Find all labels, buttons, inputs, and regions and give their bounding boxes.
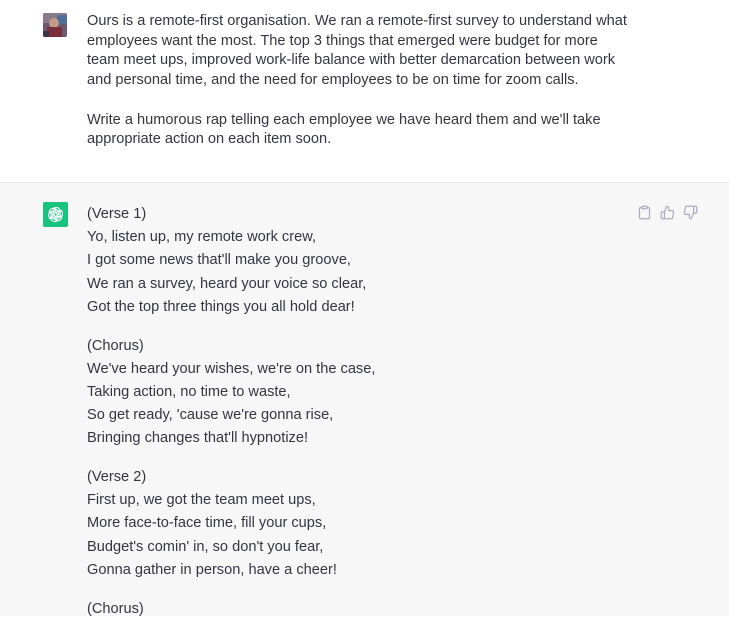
user-paragraph: Write a humorous rap telling each employ… <box>87 111 601 148</box>
lyric-line: Got the top three things you all hold de… <box>87 298 355 315</box>
lyric-line: I got some news that'll make you groove, <box>87 252 351 269</box>
lyric-line: So get ready, 'cause we're gonna rise, <box>87 407 334 424</box>
lyric-line: More face-to-face time, fill your cups, <box>87 515 327 532</box>
lyric-line: Bringing changes that'll hypnotize! <box>87 430 309 447</box>
user-paragraph: Ours is a remote-first organisation. We … <box>87 13 627 89</box>
stanza-verse-2: (Verse 2) First up, we got the team meet… <box>87 466 607 582</box>
lyric-line: Yo, listen up, my remote work crew, <box>87 229 316 246</box>
message-actions <box>636 204 698 220</box>
stanza-chorus: (Chorus) We've heard your wishes, we're … <box>87 335 607 451</box>
stanza-heading: (Verse 1) <box>87 206 147 222</box>
stanza-heading: (Verse 2) <box>87 469 147 486</box>
user-message-text: Ours is a remote-first organisation. We … <box>87 12 627 150</box>
openai-logo-icon <box>43 202 68 227</box>
stanza-verse-1: (Verse 1) Yo, listen up, my remote work … <box>87 203 607 319</box>
user-message: Ours is a remote-first organisation. We … <box>0 0 729 183</box>
lyric-line: We ran a survey, heard your voice so cle… <box>87 275 367 292</box>
assistant-message-text: (Verse 1) Yo, listen up, my remote work … <box>87 203 607 636</box>
thumbs-up-icon[interactable] <box>659 204 675 220</box>
user-avatar <box>43 13 67 37</box>
clipboard-icon[interactable] <box>636 204 652 220</box>
stanza-heading: (Chorus) <box>87 337 144 354</box>
lyric-line: Gonna gather in person, have a cheer! <box>87 561 337 578</box>
lyric-line: First up, we got the team meet ups, <box>87 492 316 509</box>
stanza-chorus: (Chorus) <box>87 598 607 621</box>
lyric-line: Taking action, no time to waste, <box>87 383 291 400</box>
thumbs-down-icon[interactable] <box>682 204 698 220</box>
stanza-heading: (Chorus) <box>87 600 144 617</box>
lyric-line: Budget's comin' in, so don't you fear, <box>87 538 324 555</box>
assistant-message: (Verse 1) Yo, listen up, my remote work … <box>0 183 729 617</box>
lyric-line: We've heard your wishes, we're on the ca… <box>87 360 376 377</box>
